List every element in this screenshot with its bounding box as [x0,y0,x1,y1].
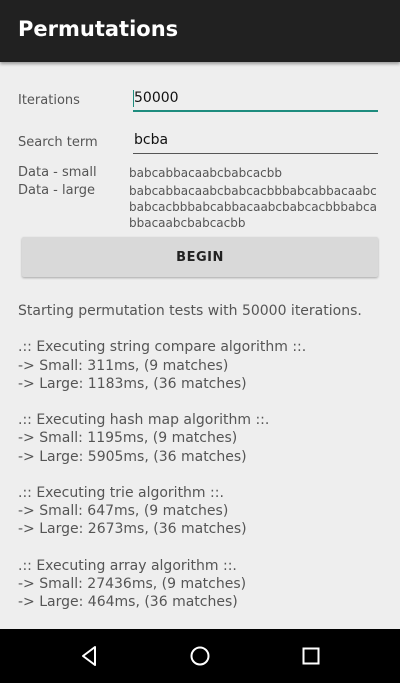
home-icon[interactable] [188,644,212,668]
output-small-result: -> Small: 647ms, (9 matches) [18,503,229,520]
search-term-input[interactable]: bcba [133,128,378,154]
begin-button[interactable]: BEGIN [22,237,378,277]
app-title: Permutations [18,17,179,41]
search-term-label: Search term [18,135,98,150]
main-content: Iterations 50000 Search term bcba Data -… [0,62,400,629]
output-header: .:: Executing array algorithm ::. [18,557,237,574]
output-block-array: .:: Executing array algorithm ::. -> Sma… [18,557,388,612]
back-icon[interactable] [78,644,102,668]
output-large-result: -> Large: 2673ms, (36 matches) [18,521,247,538]
output-intro: Starting permutation tests with 50000 it… [18,303,362,319]
output-small-result: -> Small: 1195ms, (9 matches) [18,430,238,447]
output-block-hash-map: .:: Executing hash map algorithm ::. -> … [18,411,388,466]
output-header: .:: Executing trie algorithm ::. [18,484,224,501]
system-nav-bar [0,629,400,683]
data-small-label: Data - small [18,165,97,180]
output-header: .:: Executing hash map algorithm ::. [18,412,270,429]
output-log: Starting permutation tests with 50000 it… [18,302,388,630]
data-small-value: babcabbacaabcbabcacbb [129,166,283,180]
data-large-value: babcabbacaabcbabcacbbbabcabbacaabcbabcac… [129,184,377,230]
search-term-underline [133,153,378,154]
iterations-label: Iterations [18,93,80,108]
recents-icon[interactable] [299,644,323,668]
iterations-input[interactable]: 50000 [133,86,378,112]
search-term-value: bcba [134,132,169,148]
output-small-result: -> Small: 311ms, (9 matches) [18,357,229,374]
iterations-underline [133,110,378,112]
output-block-trie: .:: Executing trie algorithm ::. -> Smal… [18,484,388,539]
iterations-value: 50000 [134,90,179,106]
output-header: .:: Executing string compare algorithm :… [18,339,307,356]
output-large-result: -> Large: 464ms, (36 matches) [18,594,238,611]
output-block-string-compare: .:: Executing string compare algorithm :… [18,338,388,393]
output-large-result: -> Large: 5905ms, (36 matches) [18,448,247,465]
app-bar: Permutations [0,0,400,62]
data-large-label: Data - large [18,183,95,198]
output-large-result: -> Large: 1183ms, (36 matches) [18,375,247,392]
output-small-result: -> Small: 27436ms, (9 matches) [18,575,247,592]
